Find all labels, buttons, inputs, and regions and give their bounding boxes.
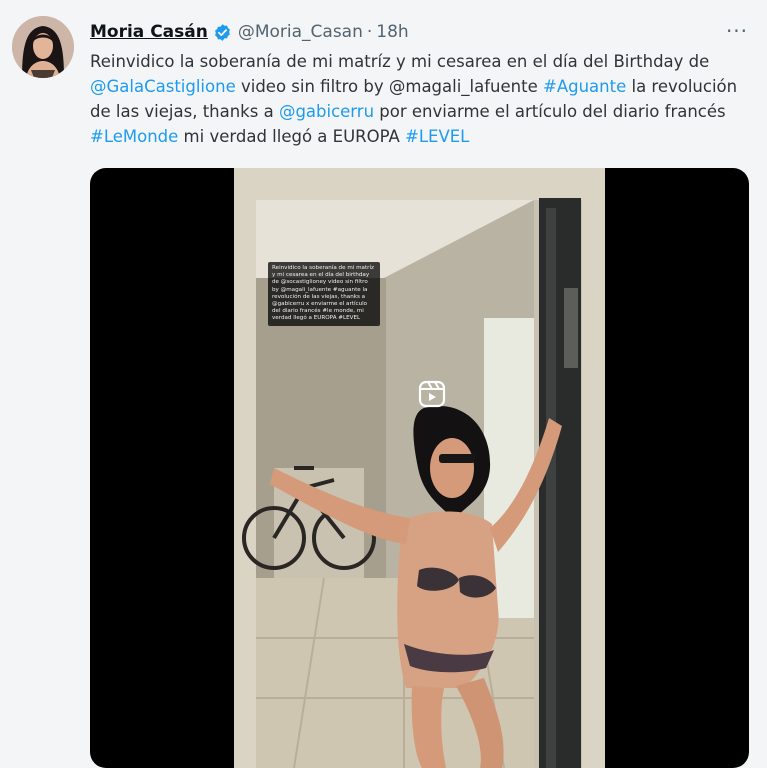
tweet-timestamp[interactable]: 18h	[376, 22, 408, 42]
more-options-icon[interactable]: ···	[722, 16, 752, 46]
author-display-name[interactable]: Moria Casán	[90, 22, 208, 42]
hashtag-aguante[interactable]: #Aguante	[543, 77, 626, 96]
text-segment: mi verdad llegó a EUROPA	[178, 127, 406, 146]
video-scene	[234, 168, 605, 768]
text-segment: video sin filtro by @magali_lafuente	[235, 77, 543, 96]
reels-icon	[418, 380, 446, 408]
hashtag-level[interactable]: #LEVEL	[405, 127, 469, 146]
author-avatar[interactable]	[12, 16, 74, 78]
video-caption-overlay: Reinvidico la soberanía de mi matríz y m…	[268, 262, 380, 326]
verified-badge-icon	[214, 23, 230, 41]
text-segment: por enviarme el artículo del diario fran…	[374, 102, 726, 121]
video-frame	[234, 168, 605, 768]
separator-dot: ·	[366, 22, 373, 42]
tweet-header: Moria Casán @Moria_Casan · 18h	[90, 20, 409, 44]
mention-galacastiglione[interactable]: @GalaCastiglione	[90, 77, 236, 96]
author-handle[interactable]: @Moria_Casan	[238, 22, 363, 42]
tweet-text: Reinvidico la soberanía de mi matríz y m…	[90, 49, 750, 149]
tweet-video[interactable]	[90, 168, 749, 768]
mention-gabicerru[interactable]: @gabicerru	[279, 102, 374, 121]
hashtag-lemonde[interactable]: #LeMonde	[90, 127, 178, 146]
text-segment: Reinvidico la soberanía de mi matríz y m…	[90, 52, 710, 71]
avatar-image	[12, 16, 74, 78]
